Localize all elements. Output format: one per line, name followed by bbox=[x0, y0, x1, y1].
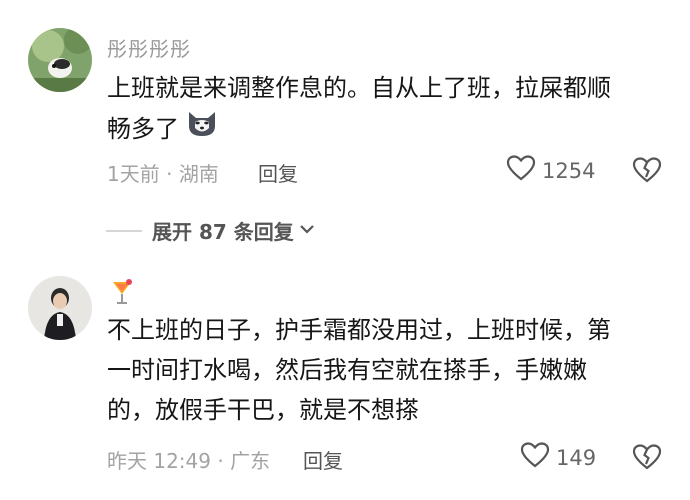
dislike-button[interactable] bbox=[632, 443, 662, 473]
like-count: 1254 bbox=[542, 158, 596, 183]
comment-text: 不上班的日子，护手霜都没用过，上班时候，第 一时间打水喝，然后我有空就在搽手，手… bbox=[107, 316, 611, 424]
chevron-down-icon bbox=[299, 220, 316, 242]
avatar[interactable] bbox=[28, 276, 92, 340]
heart-icon bbox=[520, 441, 550, 474]
comment-meta: 1天前 · 湖南 bbox=[107, 162, 219, 186]
comment-meta: 昨天 12:49 · 广东 bbox=[107, 449, 271, 473]
divider bbox=[106, 229, 142, 232]
expand-replies-button[interactable]: 展开 87 条回复 bbox=[106, 216, 316, 245]
avatar[interactable] bbox=[28, 28, 92, 92]
username[interactable]: 彤彤彤彤 bbox=[107, 33, 191, 62]
broken-heart-icon bbox=[632, 444, 662, 475]
heart-icon bbox=[506, 154, 536, 187]
reply-button[interactable]: 回复 bbox=[303, 445, 343, 474]
broken-heart-icon bbox=[632, 157, 662, 188]
dislike-button[interactable] bbox=[632, 156, 662, 186]
cocktail-icon bbox=[110, 278, 134, 306]
like-count: 149 bbox=[556, 445, 597, 470]
comment-text: 上班就是来调整作息的。自从上了班，拉屎都顺 畅多了 bbox=[107, 68, 667, 150]
like-button[interactable]: 1254 bbox=[506, 154, 595, 187]
comment-item: 不上班的日子，护手霜都没用过，上班时候，第 一时间打水喝，然后我有空就在搽手，手… bbox=[0, 262, 690, 500]
reply-button[interactable]: 回复 bbox=[258, 158, 298, 187]
like-button[interactable]: 149 bbox=[520, 441, 596, 474]
husky-emoji-icon bbox=[185, 108, 219, 150]
comment-item: 彤彤彤彤 上班就是来调整作息的。自从上了班，拉屎都顺 畅多了 1天前 · 湖南 … bbox=[0, 0, 690, 244]
